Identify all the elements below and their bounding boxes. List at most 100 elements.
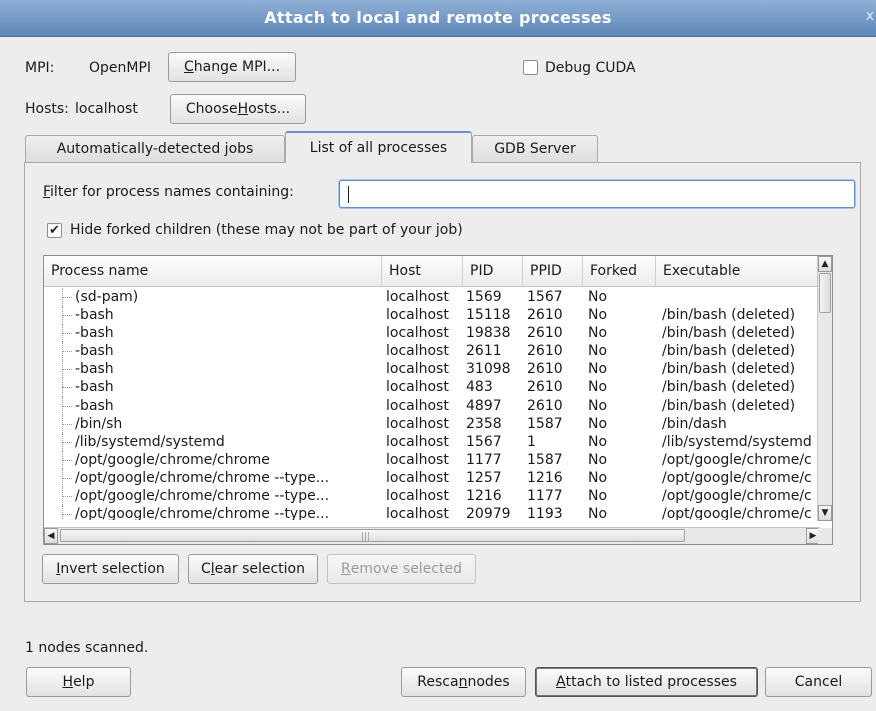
column-header-ppid[interactable]: PPID — [523, 256, 583, 286]
change-mpi-button[interactable]: Change MPI... — [168, 52, 296, 82]
cell-pid: 2358 — [466, 415, 502, 432]
table-row[interactable]: -bash localhost 19838 2610 No/bin/bash (dele… — [44, 324, 821, 343]
mnemonic-letter: A — [556, 674, 566, 690]
cell-forked: No — [588, 433, 608, 450]
table-row[interactable]: /opt/google/chrome/chrome localhost 1177 15… — [44, 450, 821, 469]
attach-button[interactable]: Attach to listed processes — [535, 667, 758, 697]
mnemonic-letter: H — [237, 101, 249, 117]
cell-pid: 4897 — [466, 397, 502, 414]
cell-forked: No — [588, 343, 608, 360]
cell-executable: /opt/google/chrome/c — [662, 451, 812, 468]
tab-list-of-all-processes[interactable]: List of all processes — [285, 131, 472, 163]
table-row[interactable]: -bash localhost 15118 2610 No/bin/bash (dele… — [44, 306, 821, 325]
cell-pid: 20979 — [466, 506, 511, 520]
cell-executable: /bin/bash (deleted) — [662, 361, 796, 378]
mnemonic-letter: I — [56, 561, 61, 577]
cell-host: localhost — [386, 289, 449, 305]
table-row[interactable]: /opt/google/chrome/chrome --type... local… — [44, 487, 821, 506]
cell-ppid: 2610 — [527, 325, 563, 342]
column-header-forked[interactable]: Forked — [583, 256, 656, 286]
cell-ppid: 1177 — [527, 488, 563, 505]
hide-forked-checkbox[interactable]: ✔ — [47, 223, 62, 238]
table-row[interactable]: /opt/google/chrome/chrome --type... local… — [44, 505, 821, 520]
cell-host: localhost — [386, 343, 449, 360]
tab-gdb-server[interactable]: GDB Server — [472, 135, 598, 162]
cell-forked: No — [588, 488, 608, 505]
cell-ppid: 2610 — [527, 379, 563, 396]
process-table[interactable]: Process name Host PID PPID Forked Execut… — [43, 255, 833, 545]
cell-pid: 19838 — [466, 325, 511, 342]
cell-ppid: 1587 — [527, 451, 563, 468]
cell-process-name: -bash — [75, 307, 114, 324]
tree-branch-tick — [62, 387, 72, 389]
horizontal-scrollbar[interactable]: ◀ ||| ▶ — [44, 527, 820, 544]
cell-host: localhost — [386, 325, 449, 342]
tree-branch-tick — [62, 441, 72, 443]
table-row[interactable]: -bash localhost 31098 2610 No/bin/bash (dele… — [44, 360, 821, 379]
scroll-down-icon[interactable]: ▼ — [818, 505, 832, 521]
table-row[interactable]: /bin/sh localhost 2358 1587 No/bin/dash — [44, 414, 821, 433]
cell-executable: /opt/google/chrome/c — [662, 488, 812, 505]
column-header-process-name[interactable]: Process name — [44, 256, 382, 286]
table-row[interactable]: /opt/google/chrome/chrome --type... local… — [44, 468, 821, 488]
cell-forked: No — [588, 469, 608, 486]
cancel-button[interactable]: Cancel — [765, 667, 872, 697]
cell-process-name: /opt/google/chrome/chrome --type... — [75, 469, 330, 486]
scroll-up-icon[interactable]: ▲ — [818, 256, 832, 272]
filter-input[interactable] — [339, 180, 855, 208]
table-row[interactable]: /lib/systemd/systemd localhost 1567 1 No/lib… — [44, 432, 821, 451]
text-caret — [348, 186, 349, 203]
cell-forked: No — [588, 307, 608, 324]
table-row[interactable]: -bash localhost 4897 2610 No/bin/bash (delet… — [44, 396, 821, 415]
cell-pid: 1567 — [466, 433, 502, 450]
cell-process-name: /lib/systemd/systemd — [75, 433, 225, 450]
cell-executable: /bin/bash (deleted) — [662, 397, 796, 414]
choose-hosts-button[interactable]: Choose Hosts... — [170, 94, 306, 124]
cell-host: localhost — [386, 506, 449, 520]
mnemonic-letter: l — [210, 561, 215, 577]
clear-selection-button[interactable]: Cl ear selection — [188, 554, 318, 584]
table-row[interactable]: -bash localhost 483 2610 No/bin/bash (delete… — [44, 378, 821, 397]
status-text: 1 nodes scanned. — [25, 640, 149, 656]
close-icon[interactable]: x — [866, 8, 874, 24]
title-bar[interactable]: Attach to local and remote processes x — [0, 0, 876, 37]
remove-selected-button[interactable]: Remove selected — [327, 554, 476, 584]
cell-pid: 31098 — [466, 361, 511, 378]
vertical-scroll-thumb[interactable] — [819, 273, 831, 313]
cell-forked: No — [588, 397, 608, 414]
cell-host: localhost — [386, 488, 449, 505]
table-header: Process name Host PID PPID Forked Execut… — [44, 256, 832, 287]
rescan-nodes-button[interactable]: Resca n nodes — [401, 667, 526, 697]
column-header-host[interactable]: Host — [382, 256, 463, 286]
invert-selection-button[interactable]: Invert selection — [42, 554, 179, 584]
debug-cuda-checkbox[interactable] — [523, 60, 538, 75]
cell-host: localhost — [386, 451, 449, 468]
table-body: (sd-pam) localhost 1569 1567 No -bash localhos… — [44, 288, 821, 520]
column-header-executable[interactable]: Executable — [656, 256, 820, 286]
cell-executable: /bin/bash (deleted) — [662, 379, 796, 396]
cell-process-name: /opt/google/chrome/chrome — [75, 451, 270, 468]
cell-pid: 1177 — [466, 451, 502, 468]
cell-pid: 1257 — [466, 469, 502, 486]
cell-process-name: -bash — [75, 397, 114, 414]
tree-branch-line — [62, 505, 64, 520]
scroll-left-icon[interactable]: ◀ — [44, 528, 58, 544]
cell-pid: 1569 — [466, 289, 502, 305]
tree-branch-tick — [62, 297, 72, 298]
vertical-scrollbar[interactable]: ▲ ▼ — [817, 256, 832, 521]
cell-host: localhost — [386, 469, 449, 486]
table-row[interactable]: -bash localhost 2611 2610 No/bin/bash (delet… — [44, 342, 821, 361]
help-button[interactable]: Help — [26, 667, 131, 697]
tree-branch-tick — [62, 405, 72, 407]
column-header-pid[interactable]: PID — [463, 256, 523, 286]
tab-automatically-detected-jobs[interactable]: Automatically-detected jobs — [25, 135, 285, 162]
cell-host: localhost — [386, 415, 449, 432]
horizontal-scroll-thumb[interactable]: ||| — [60, 529, 685, 542]
cell-pid: 2611 — [466, 343, 502, 360]
cell-executable: /bin/bash (deleted) — [662, 343, 796, 360]
cell-process-name: -bash — [75, 325, 114, 342]
cell-process-name: (sd-pam) — [75, 289, 139, 305]
table-row[interactable]: (sd-pam) localhost 1569 1567 No — [44, 288, 821, 307]
mnemonic-letter: H — [62, 674, 74, 690]
cell-ppid: 2610 — [527, 307, 563, 324]
